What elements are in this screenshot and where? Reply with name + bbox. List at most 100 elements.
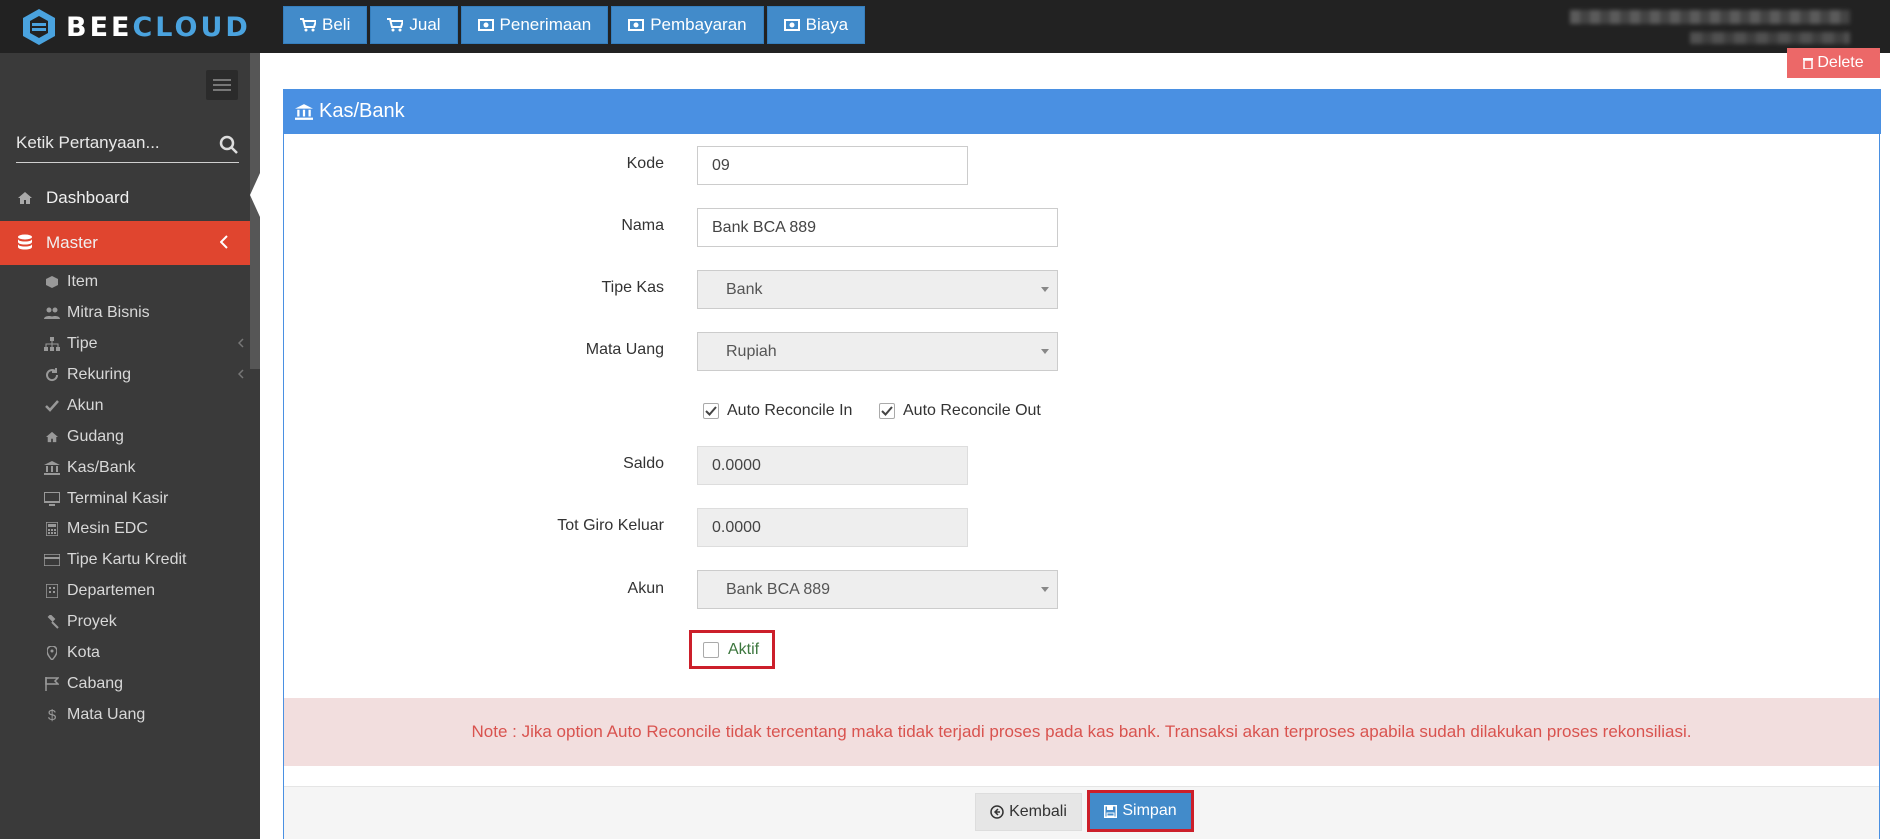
sidebar-item-terminal-kasir[interactable]: Terminal Kasir xyxy=(44,484,244,514)
sitemap-icon xyxy=(44,336,60,352)
menu-toggle-button[interactable] xyxy=(206,70,238,100)
delete-button[interactable]: Delete xyxy=(1787,48,1880,78)
simpan-button[interactable]: Simpan xyxy=(1087,790,1194,832)
bank-icon xyxy=(295,103,313,120)
tipe-kas-value: Bank xyxy=(726,280,763,298)
cube-icon xyxy=(44,274,60,290)
checkbox-unchecked-icon[interactable] xyxy=(703,641,719,658)
sidebar-item-mesin-edc[interactable]: Mesin EDC xyxy=(44,514,244,544)
database-icon xyxy=(16,234,34,252)
penerimaan-button[interactable]: Penerimaan xyxy=(460,6,609,44)
nama-label: Nama xyxy=(621,217,664,234)
sidebar: Ketik Pertanyaan... Dashboard Master Ite… xyxy=(0,53,260,839)
mata-uang-label: Mata Uang xyxy=(585,341,664,358)
auto-reconcile-out-label: Auto Reconcile Out xyxy=(903,402,1041,419)
pembayaran-label: Pembayaran xyxy=(650,15,747,34)
sidebar-item-departemen[interactable]: Departemen xyxy=(44,576,244,606)
saldo-label: Saldo xyxy=(623,455,664,472)
kas-bank-panel: Kas/Bank Kode 09 Nama Bank BCA 889 Tipe … xyxy=(283,89,1881,839)
users-icon xyxy=(44,305,60,321)
auto-reconcile-in-checkbox[interactable]: Auto Reconcile In xyxy=(703,402,852,420)
aktif-label: Aktif xyxy=(728,640,760,658)
blurred-user-info-secondary xyxy=(1690,32,1850,44)
jual-label: Jual xyxy=(409,15,441,34)
top-nav: Beli Jual Penerimaan Pembayaran Biaya xyxy=(283,6,866,44)
sidebar-item-mata-uang[interactable]: $ Mata Uang xyxy=(44,700,244,730)
sidebar-item-label: Master xyxy=(46,233,98,252)
check-icon xyxy=(44,398,60,414)
sidebar-item-proyek[interactable]: Proyek xyxy=(44,607,244,637)
cart-icon xyxy=(387,18,404,32)
saldo-input: 0.0000 xyxy=(697,446,968,485)
search-box[interactable]: Ketik Pertanyaan... xyxy=(16,125,239,163)
chevron-left-icon xyxy=(220,235,228,249)
auto-reconcile-out-checkbox[interactable]: Auto Reconcile Out xyxy=(879,402,1041,420)
mata-uang-select[interactable]: Rupiah xyxy=(697,332,1058,371)
beecloud-logo[interactable]: BEECLOUD xyxy=(20,8,251,46)
tot-giro-keluar-label: Tot Giro Keluar xyxy=(557,517,664,534)
dollar-icon: $ xyxy=(47,706,57,724)
credit-card-icon xyxy=(44,552,60,568)
bank-icon xyxy=(44,460,60,476)
tipe-kas-select[interactable]: Bank xyxy=(697,270,1058,309)
delete-label: Delete xyxy=(1817,54,1864,71)
chevron-left-icon xyxy=(238,338,244,348)
kembali-button[interactable]: Kembali xyxy=(975,793,1082,831)
panel-header: Kas/Bank xyxy=(284,89,1881,134)
home-icon xyxy=(16,189,34,207)
desktop-icon xyxy=(44,491,60,507)
search-input[interactable]: Ketik Pertanyaan... xyxy=(16,133,160,153)
tipe-kas-label: Tipe Kas xyxy=(601,279,664,296)
sidebar-item-tipe[interactable]: Tipe xyxy=(44,329,244,359)
checkbox-checked-icon[interactable] xyxy=(703,403,719,419)
biaya-label: Biaya xyxy=(805,15,849,34)
kode-input[interactable]: 09 xyxy=(697,146,968,185)
dropdown-caret-icon xyxy=(1041,587,1049,592)
jual-button[interactable]: Jual xyxy=(370,6,458,44)
flag-icon xyxy=(44,676,60,692)
checkbox-checked-icon[interactable] xyxy=(879,403,895,419)
panel-title: Kas/Bank xyxy=(319,100,405,122)
sidebar-item-label: Dashboard xyxy=(46,188,130,207)
sidebar-item-gudang[interactable]: Gudang xyxy=(44,422,244,452)
form-footer: Kembali Simpan xyxy=(284,786,1879,839)
refresh-icon xyxy=(44,367,60,383)
akun-select[interactable]: Bank BCA 889 xyxy=(697,570,1058,609)
building-icon xyxy=(44,583,60,599)
gavel-icon xyxy=(44,614,60,630)
tot-giro-keluar-input: 0.0000 xyxy=(697,508,968,547)
akun-label: Akun xyxy=(627,580,664,597)
sidebar-item-master[interactable]: Master xyxy=(0,221,250,265)
sidebar-item-kas-bank[interactable]: Kas/Bank xyxy=(44,453,244,483)
kembali-label: Kembali xyxy=(1009,803,1067,820)
penerimaan-label: Penerimaan xyxy=(499,15,592,34)
pembayaran-button[interactable]: Pembayaran xyxy=(611,6,764,44)
chevron-left-icon xyxy=(238,369,244,379)
biaya-button[interactable]: Biaya xyxy=(766,6,866,44)
beli-button[interactable]: Beli xyxy=(283,6,368,44)
sidebar-item-mitra-bisnis[interactable]: Mitra Bisnis xyxy=(44,298,244,328)
beli-label: Beli xyxy=(322,15,351,34)
arrow-circle-left-icon xyxy=(990,805,1004,819)
map-marker-icon xyxy=(44,645,60,661)
sidebar-item-rekuring[interactable]: Rekuring xyxy=(44,360,244,390)
sidebar-item-akun[interactable]: Akun xyxy=(44,391,244,421)
aktif-checkbox[interactable]: Aktif xyxy=(689,630,775,669)
home-icon xyxy=(44,429,60,445)
dropdown-caret-icon xyxy=(1041,349,1049,354)
search-icon[interactable] xyxy=(219,135,239,155)
save-icon xyxy=(1104,804,1118,818)
sidebar-item-tipe-kartu-kredit[interactable]: Tipe Kartu Kredit xyxy=(44,545,244,575)
nama-input[interactable]: Bank BCA 889 xyxy=(697,208,1058,247)
trash-icon xyxy=(1803,58,1814,69)
money-icon xyxy=(628,19,645,31)
sidebar-item-kota[interactable]: Kota xyxy=(44,638,244,668)
sidebar-item-cabang[interactable]: Cabang xyxy=(44,669,244,699)
dropdown-caret-icon xyxy=(1041,287,1049,292)
logo-text: BEECLOUD xyxy=(66,11,251,43)
sidebar-item-dashboard[interactable]: Dashboard xyxy=(0,176,250,220)
sidebar-item-item[interactable]: Item xyxy=(44,267,244,297)
simpan-label: Simpan xyxy=(1122,802,1177,819)
mata-uang-value: Rupiah xyxy=(726,342,777,360)
money-icon xyxy=(783,19,800,31)
